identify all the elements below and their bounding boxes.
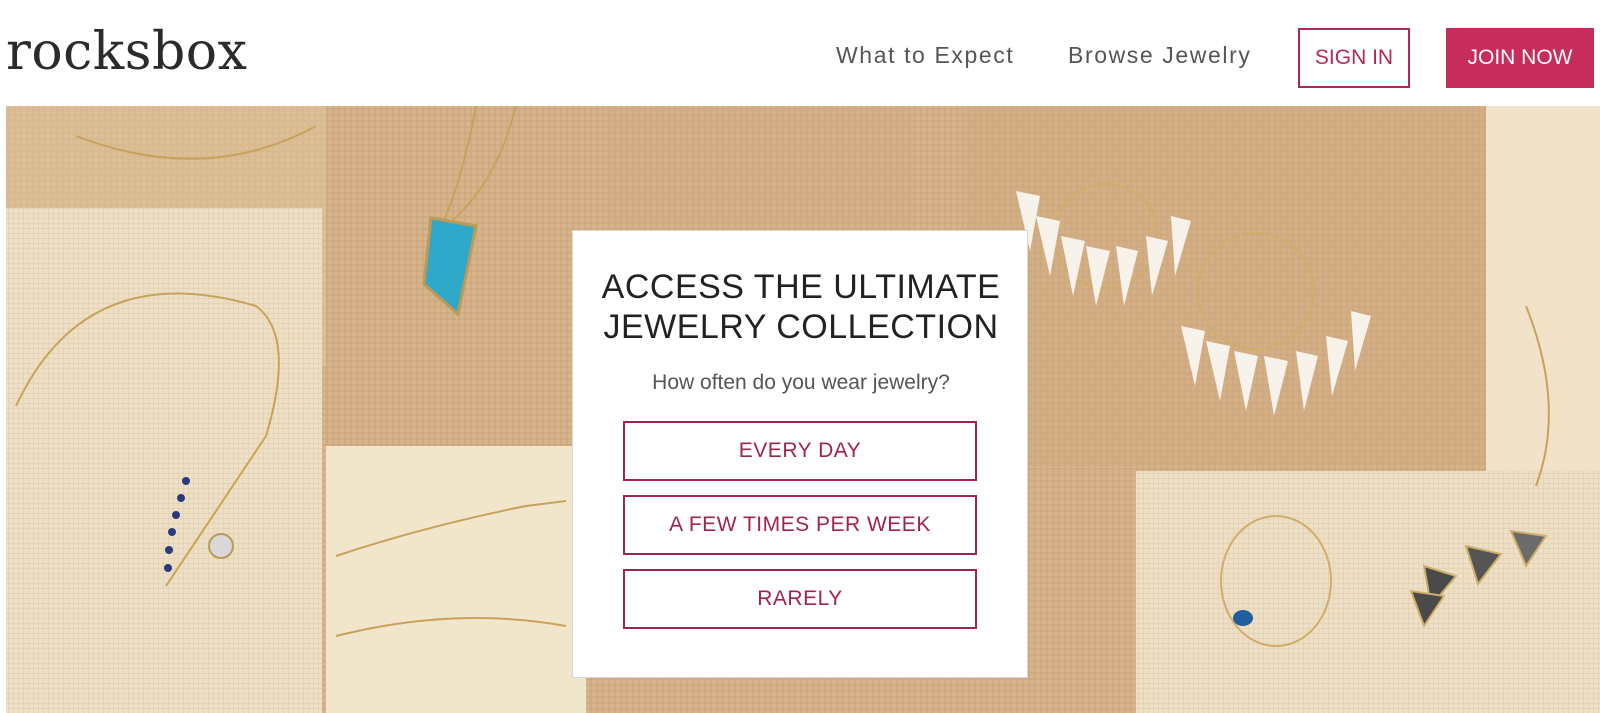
option-every-day-button[interactable]: EVERY DAY <box>623 421 977 481</box>
nav-browse-jewelry[interactable]: Browse Jewelry <box>1068 42 1251 69</box>
quiz-question: How often do you wear jewelry? <box>652 371 950 394</box>
site-header: rocksbox What to Expect Browse Jewelry S… <box>0 0 1600 106</box>
join-now-button[interactable]: JOIN NOW <box>1446 28 1594 88</box>
rocksbox-logo[interactable]: rocksbox <box>6 22 247 82</box>
quiz-title-line-1: ACCESS THE ULTIMATE <box>601 268 1001 306</box>
sign-in-button[interactable]: SIGN IN <box>1298 28 1410 88</box>
option-rarely-button[interactable]: RARELY <box>623 569 977 629</box>
option-few-times-per-week-button[interactable]: A FEW TIMES PER WEEK <box>623 495 977 555</box>
quiz-title-line-2: JEWELRY COLLECTION <box>603 308 999 346</box>
quiz-title: ACCESS THE ULTIMATE JEWELRY COLLECTION <box>573 267 1029 347</box>
nav-what-to-expect[interactable]: What to Expect <box>836 42 1014 69</box>
jewelry-quiz-card: ACCESS THE ULTIMATE JEWELRY COLLECTION H… <box>572 230 1028 678</box>
